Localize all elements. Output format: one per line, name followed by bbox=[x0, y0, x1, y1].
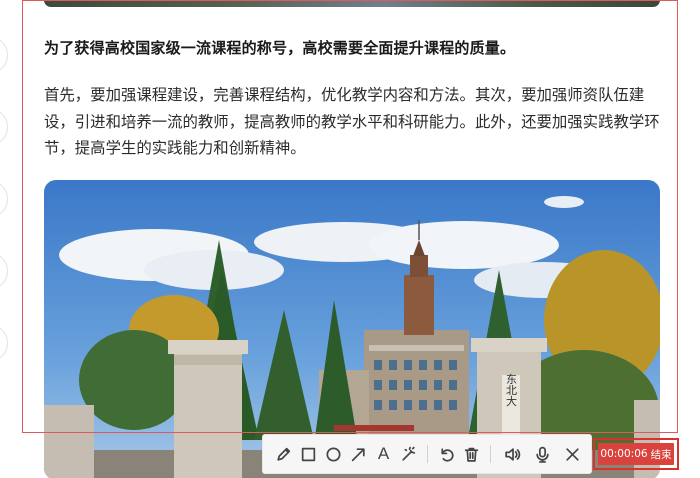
annotation-toolbar: A bbox=[262, 434, 592, 474]
end-recording-button[interactable]: 00:00:06 结束 bbox=[598, 443, 674, 465]
article-paragraph: 首先，要加强课程建设，完善课程结构，优化教学内容和方法。其次，要加强师资队伍建设… bbox=[44, 86, 660, 157]
pencil-icon bbox=[277, 447, 291, 461]
delete-tool[interactable] bbox=[459, 440, 484, 468]
gate-sign-text: 东北大 bbox=[505, 373, 518, 406]
arrow-icon bbox=[351, 447, 365, 461]
gate-pillar-left bbox=[168, 340, 248, 478]
side-nav-circle[interactable] bbox=[0, 252, 8, 290]
microphone-icon bbox=[535, 446, 549, 463]
close-icon bbox=[565, 447, 579, 461]
magic-wand-tool[interactable] bbox=[396, 440, 421, 468]
side-nav-circle[interactable] bbox=[0, 324, 8, 362]
toolbar-divider bbox=[490, 445, 491, 463]
microphone-toggle[interactable] bbox=[527, 440, 557, 468]
trash-icon bbox=[464, 447, 479, 462]
text-tool[interactable]: A bbox=[371, 440, 396, 468]
arrow-tool[interactable] bbox=[346, 440, 371, 468]
speaker-toggle[interactable] bbox=[497, 440, 527, 468]
recording-control-frame: 00:00:06 结束 bbox=[593, 438, 679, 470]
circle-icon bbox=[326, 446, 341, 462]
undo-icon bbox=[441, 447, 454, 462]
recording-timer: 00:00:06 bbox=[600, 448, 648, 460]
magic-wand-icon bbox=[402, 446, 416, 461]
end-recording-label: 结束 bbox=[650, 448, 672, 461]
text-icon: A bbox=[377, 444, 390, 463]
toolbar-divider bbox=[427, 445, 428, 463]
side-nav-circle[interactable] bbox=[0, 180, 8, 218]
side-nav-circle[interactable] bbox=[0, 36, 8, 74]
rectangle-icon bbox=[301, 447, 316, 461]
circle-tool[interactable] bbox=[321, 440, 346, 468]
undo-tool[interactable] bbox=[434, 440, 459, 468]
pencil-tool[interactable] bbox=[271, 440, 296, 468]
close-toolbar-button[interactable] bbox=[557, 440, 587, 468]
article-heading: 为了获得高校国家级一流课程的称号，高校需要全面提升课程的质量。 bbox=[44, 39, 516, 57]
speaker-icon bbox=[504, 447, 520, 461]
rectangle-tool[interactable] bbox=[296, 440, 321, 468]
previous-image-bottom bbox=[44, 0, 660, 7]
side-nav-circle[interactable] bbox=[0, 108, 8, 146]
